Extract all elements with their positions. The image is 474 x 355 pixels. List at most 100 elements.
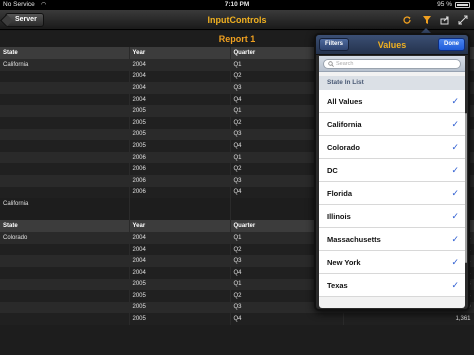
value-label: New York — [327, 258, 361, 267]
table-cell: State — [0, 220, 130, 233]
battery-icon — [455, 2, 470, 8]
table-cell: 2004 — [129, 70, 231, 83]
share-icon[interactable] — [438, 13, 452, 27]
value-list-item[interactable]: Massachusetts ✓ — [319, 228, 465, 251]
value-label: Massachusetts — [327, 235, 381, 244]
table-cell: 2005 — [129, 301, 231, 314]
checkmark-icon: ✓ — [451, 211, 459, 221]
value-label: Colorado — [327, 143, 360, 152]
search-bar — [319, 56, 465, 72]
checkmark-icon: ✓ — [451, 234, 459, 244]
done-button[interactable]: Done — [438, 38, 465, 51]
table-cell: 2006 — [129, 151, 231, 164]
search-icon — [328, 61, 334, 67]
checkmark-icon: ✓ — [451, 96, 459, 106]
table-cell: 2005 — [129, 278, 231, 291]
clock: 7:10 PM — [224, 1, 250, 8]
table-cell — [0, 278, 130, 291]
table-cell: Q4 — [230, 313, 344, 325]
value-list-item[interactable]: Florida ✓ — [319, 182, 465, 205]
table-cell: 2005 — [129, 128, 231, 141]
section-header: State In List — [319, 76, 465, 90]
value-label: Florida — [327, 189, 353, 198]
table-cell — [0, 266, 130, 279]
table-cell: State — [0, 47, 130, 59]
table-cell: 2004 — [129, 82, 231, 94]
table-cell: 2006 — [129, 174, 231, 187]
value-list-item[interactable]: DC ✓ — [319, 159, 465, 182]
table-cell: 2004 — [129, 59, 231, 71]
search-input[interactable] — [336, 60, 456, 68]
group-total-label: California — [0, 198, 130, 210]
refresh-icon[interactable] — [400, 13, 414, 27]
value-label: DC — [327, 166, 338, 175]
checkmark-icon: ✓ — [451, 142, 459, 152]
table-cell — [129, 198, 231, 210]
value-label: Texas — [327, 281, 348, 290]
table-cell — [129, 209, 231, 221]
server-back-button[interactable]: Server — [5, 13, 44, 27]
value-list-item[interactable]: Texas ✓ — [319, 274, 465, 297]
table-cell: 2004 — [129, 255, 231, 267]
table-cell — [0, 128, 130, 141]
table-cell — [0, 301, 130, 314]
value-list-item[interactable]: Illinois ✓ — [319, 205, 465, 228]
table-cell: 2004 — [129, 266, 231, 279]
value-list-item[interactable]: Colorado ✓ — [319, 136, 465, 159]
table-cell: 1,361 — [343, 313, 474, 325]
table-cell — [0, 186, 130, 199]
popover-body: State In List All Values✓California✓Colo… — [319, 56, 465, 308]
filter-icon[interactable] — [420, 13, 434, 27]
checkmark-icon: ✓ — [451, 188, 459, 198]
table-cell — [0, 105, 130, 117]
table-cell — [0, 93, 130, 106]
table-cell: 2005 — [129, 290, 231, 302]
checkmark-icon: ✓ — [451, 257, 459, 267]
table-cell — [0, 163, 130, 175]
table-cell: 2006 — [129, 186, 231, 199]
battery-percent: 95 % — [437, 1, 452, 8]
table-cell: 2005 — [129, 116, 231, 129]
checkmark-icon: ✓ — [451, 119, 459, 129]
table-cell — [0, 70, 130, 83]
table-cell: 2004 — [129, 93, 231, 106]
table-cell: 2006 — [129, 163, 231, 175]
table-cell: 2005 — [129, 105, 231, 117]
table-cell: 2004 — [129, 232, 231, 244]
values-list: All Values ✓ California ✓ Colorado ✓ DC ✓ Florid… — [319, 90, 465, 297]
popover-header: Filters Values Done — [316, 35, 468, 55]
checkmark-icon: ✓ — [451, 165, 459, 175]
checkmark-icon: ✓ — [451, 280, 459, 290]
filters-back-button[interactable]: Filters — [319, 38, 350, 51]
value-list-item[interactable]: California ✓ — [319, 113, 465, 136]
table-cell: Colorado — [0, 232, 130, 244]
table-row: 2005 Q4 1,361 — [0, 313, 474, 325]
table-cell — [0, 151, 130, 164]
table-cell: 2004 — [129, 243, 231, 256]
value-list-item[interactable]: All Values ✓ — [319, 90, 465, 113]
values-popover: Filters Values Done State In List All Va… — [314, 33, 470, 311]
table-cell: 2005 — [129, 313, 231, 325]
nav-bar: Server InputControls — [0, 10, 474, 30]
table-cell — [0, 174, 130, 187]
table-cell — [0, 116, 130, 129]
table-cell — [0, 290, 130, 302]
value-list-item[interactable]: New York ✓ — [319, 251, 465, 274]
search-field[interactable] — [323, 59, 461, 69]
table-cell — [0, 255, 130, 267]
table-cell — [0, 243, 130, 256]
value-label: All Values — [327, 97, 363, 106]
popover-scrollbar[interactable] — [465, 113, 467, 263]
table-cell: Year — [129, 220, 231, 233]
table-cell — [0, 209, 130, 221]
table-cell: Year — [129, 47, 231, 59]
table-cell: California — [0, 59, 130, 71]
table-cell — [0, 140, 130, 152]
table-cell — [0, 82, 130, 94]
value-label: Illinois — [327, 212, 351, 221]
table-cell — [0, 313, 130, 325]
status-bar: No Service ◠ 7:10 PM 95 % — [0, 0, 474, 10]
fullscreen-icon[interactable] — [456, 13, 470, 27]
value-label: California — [327, 120, 362, 129]
table-cell: 2005 — [129, 140, 231, 152]
